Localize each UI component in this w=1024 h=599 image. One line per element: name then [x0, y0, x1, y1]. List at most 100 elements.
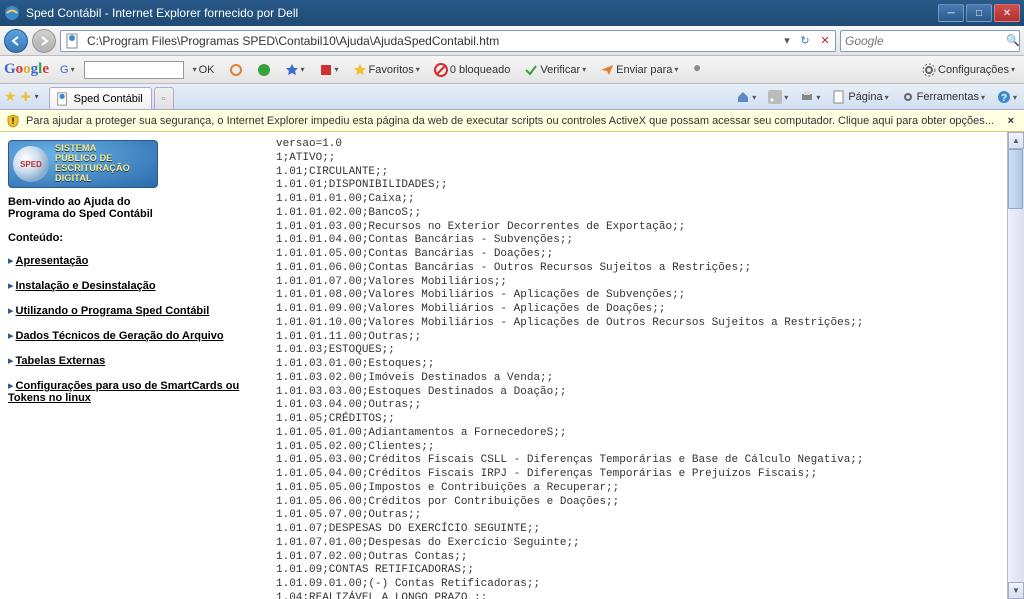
bloqueado-label: 0 bloqueado	[450, 64, 511, 76]
tab-bar: ★ ✚ ▾ Sped Contábil ▫ ▾ ▾ ▾ Página▾ Ferr…	[0, 84, 1024, 110]
search-input[interactable]	[841, 34, 1006, 48]
google-search-input[interactable]	[84, 61, 184, 79]
welcome-line-2: Programa do Sped Contábil	[8, 208, 258, 220]
url-dropdown[interactable]: ▾	[779, 34, 795, 47]
help-sidebar: SPED SISTEMA PÚBLICO DE ESCRITURAÇÃO DIG…	[0, 132, 266, 599]
main-content: versao=1.0 1;ATIVO;; 1.01;CIRCULANTE;; 1…	[266, 132, 1007, 599]
vertical-scrollbar[interactable]: ▲ ▼	[1007, 132, 1024, 599]
shield-icon: !	[6, 114, 20, 128]
google-tool-settings[interactable]	[687, 60, 711, 80]
arrow-left-icon	[11, 36, 21, 46]
home-button[interactable]: ▾	[733, 89, 759, 105]
google-tool-2[interactable]	[252, 60, 276, 80]
welcome-text: Bem-vindo ao Ajuda do Programa do Sped C…	[8, 196, 258, 220]
favoritos-button[interactable]: Favoritos▾	[348, 60, 425, 80]
check-icon	[524, 63, 538, 77]
globe-icon	[257, 63, 271, 77]
window-titlebar: Sped Contábil - Internet Explorer fornec…	[0, 0, 1024, 26]
star-icon	[353, 63, 367, 77]
bloqueado-button[interactable]: 0 bloqueado	[429, 60, 516, 80]
configuracoes-label: Configurações	[938, 64, 1009, 76]
toc-arrow-icon: ▸	[8, 355, 14, 367]
google-ok-label: OK	[199, 64, 215, 76]
toc-link[interactable]: Configurações para uso de SmartCards ou …	[8, 380, 239, 404]
logo-line-4: DIGITAL	[55, 174, 130, 184]
toc-arrow-icon: ▸	[8, 280, 14, 292]
toc-arrow-icon: ▸	[8, 380, 14, 392]
page-menu-icon	[832, 90, 846, 104]
toc-arrow-icon: ▸	[8, 305, 14, 317]
url-input[interactable]	[85, 34, 779, 48]
favorites-star-button[interactable]: ★	[4, 88, 17, 105]
stop-button[interactable]: ✕	[815, 34, 835, 47]
welcome-line-1: Bem-vindo ao Ajuda do	[8, 196, 258, 208]
blocked-icon	[434, 63, 448, 77]
toc-item: ▸Instalação e Desinstalação	[8, 279, 258, 292]
feeds-button[interactable]: ▾	[765, 89, 791, 105]
ie-icon	[4, 5, 20, 21]
verificar-button[interactable]: Verificar▾	[519, 60, 591, 80]
enviar-label: Enviar para	[616, 64, 672, 76]
refresh-button[interactable]: ↻	[795, 34, 815, 47]
maximize-button[interactable]: □	[966, 4, 992, 22]
minimize-button[interactable]: ─	[938, 4, 964, 22]
favorites-dropdown[interactable]: ▾	[35, 92, 39, 101]
navigation-bar: ▾ ↻ ✕ 🔍	[0, 26, 1024, 56]
enviar-button[interactable]: Enviar para▾	[595, 60, 683, 80]
google-menu-dropdown[interactable]: G▾	[55, 61, 80, 79]
google-tool-4[interactable]: ▾	[314, 60, 344, 80]
new-tab-button[interactable]: ▫	[154, 87, 174, 109]
scroll-down-button[interactable]: ▼	[1008, 582, 1024, 599]
back-button[interactable]	[4, 29, 28, 53]
content-area: SPED SISTEMA PÚBLICO DE ESCRITURAÇÃO DIG…	[0, 132, 1024, 599]
favoritos-label: Favoritos	[369, 64, 414, 76]
address-bar[interactable]: ▾ ↻ ✕	[60, 30, 836, 52]
sped-logo: SPED SISTEMA PÚBLICO DE ESCRITURAÇÃO DIG…	[8, 140, 158, 188]
tools-menu-button[interactable]: Ferramentas▾	[898, 89, 988, 105]
google-ok-button[interactable]: ▾OK	[188, 61, 220, 79]
google-tool-1[interactable]	[224, 60, 248, 80]
home-icon	[736, 90, 750, 104]
help-icon: ?	[997, 90, 1011, 104]
toc-list: ▸Apresentação▸Instalação e Desinstalação…	[8, 254, 258, 404]
scroll-up-button[interactable]: ▲	[1008, 132, 1024, 149]
print-button[interactable]: ▾	[797, 89, 823, 105]
conteudo-heading: Conteúdo:	[8, 232, 258, 244]
infobar-close-button[interactable]: ×	[1004, 115, 1018, 127]
page-icon	[65, 33, 81, 49]
toc-arrow-icon: ▸	[8, 255, 14, 267]
rss-icon	[768, 90, 782, 104]
help-button[interactable]: ?▾	[994, 89, 1020, 105]
toc-link[interactable]: Instalação e Desinstalação	[16, 280, 156, 292]
toc-link[interactable]: Dados Técnicos de Geração do Arquivo	[16, 330, 224, 342]
page-tab-icon	[56, 92, 70, 106]
page-menu-button[interactable]: Página▾	[829, 89, 891, 105]
window-title: Sped Contábil - Internet Explorer fornec…	[26, 6, 938, 20]
add-favorite-button[interactable]: ✚	[21, 90, 31, 104]
security-infobar[interactable]: ! Para ajudar a proteger sua segurança, …	[0, 110, 1024, 132]
tools-menu-label: Ferramentas	[917, 91, 979, 103]
configuracoes-button[interactable]: Configurações▾	[917, 60, 1020, 80]
tab-label: Sped Contábil	[74, 93, 143, 105]
toc-item: ▸Utilizando o Programa Sped Contábil	[8, 304, 258, 317]
flag-icon	[319, 63, 333, 77]
google-bookmarks[interactable]: ▾	[280, 60, 310, 80]
search-icon[interactable]: 🔍	[1006, 34, 1020, 47]
circle-icon	[229, 63, 243, 77]
tab-active[interactable]: Sped Contábil	[49, 87, 152, 109]
toc-link[interactable]: Tabelas Externas	[16, 355, 106, 367]
close-button[interactable]: ✕	[994, 4, 1020, 22]
scroll-thumb[interactable]	[1008, 149, 1023, 209]
search-box[interactable]: 🔍	[840, 30, 1020, 52]
svg-text:!: !	[12, 116, 15, 126]
arrow-right-icon	[39, 36, 49, 46]
toc-item: ▸Apresentação	[8, 254, 258, 267]
page-menu-label: Página	[848, 91, 882, 103]
forward-button[interactable]	[32, 29, 56, 53]
toc-item: ▸Tabelas Externas	[8, 354, 258, 367]
toc-link[interactable]: Utilizando o Programa Sped Contábil	[16, 305, 210, 317]
svg-text:?: ?	[1001, 93, 1007, 104]
toc-item: ▸Dados Técnicos de Geração do Arquivo	[8, 329, 258, 342]
google-toolbar: Google G▾ ▾OK ▾ ▾ Favoritos▾ 0 bloqueado…	[0, 56, 1024, 84]
toc-link[interactable]: Apresentação	[16, 255, 89, 267]
